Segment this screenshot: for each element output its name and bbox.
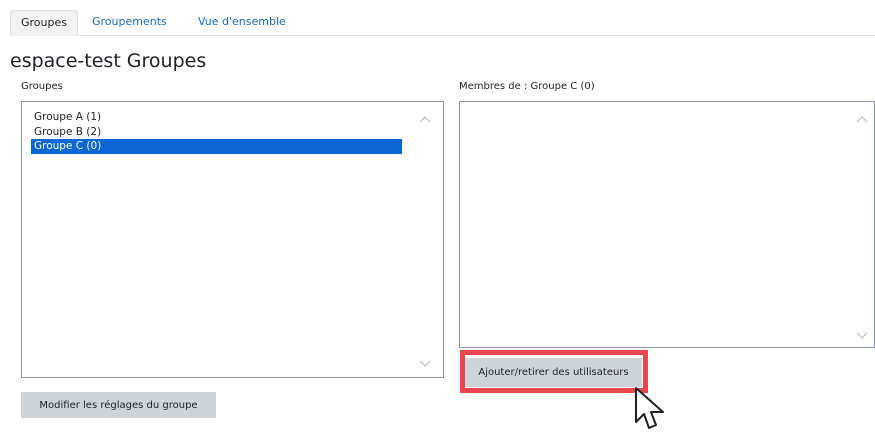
edit-group-settings-button[interactable]: Modifier les réglages du groupe	[21, 392, 216, 418]
chevron-up-icon[interactable]	[419, 115, 431, 123]
groups-label: Groupes	[21, 81, 63, 92]
page-title: espace-test Groupes	[10, 50, 207, 72]
group-item-a[interactable]: Groupe A (1)	[31, 110, 402, 125]
group-item-c[interactable]: Groupe C (0)	[31, 139, 402, 154]
tab-vue-ensemble[interactable]: Vue d'ensemble	[188, 10, 296, 36]
tab-bar: Groupes Groupements Vue d'ensemble	[10, 10, 875, 36]
groups-list: Groupe A (1) Groupe B (2) Groupe C (0)	[31, 110, 402, 154]
members-listbox[interactable]	[459, 101, 875, 348]
highlight-box	[460, 350, 648, 393]
groups-listbox[interactable]: Groupe A (1) Groupe B (2) Groupe C (0)	[21, 101, 444, 378]
group-item-b[interactable]: Groupe B (2)	[31, 125, 402, 140]
chevron-down-icon[interactable]	[856, 332, 868, 340]
chevron-up-icon[interactable]	[856, 115, 868, 123]
tab-groupements[interactable]: Groupements	[82, 10, 177, 36]
members-label: Membres de : Groupe C (0)	[459, 81, 595, 92]
chevron-down-icon[interactable]	[419, 360, 431, 368]
tab-groupes[interactable]: Groupes	[10, 10, 78, 36]
mouse-pointer-icon	[635, 387, 664, 429]
